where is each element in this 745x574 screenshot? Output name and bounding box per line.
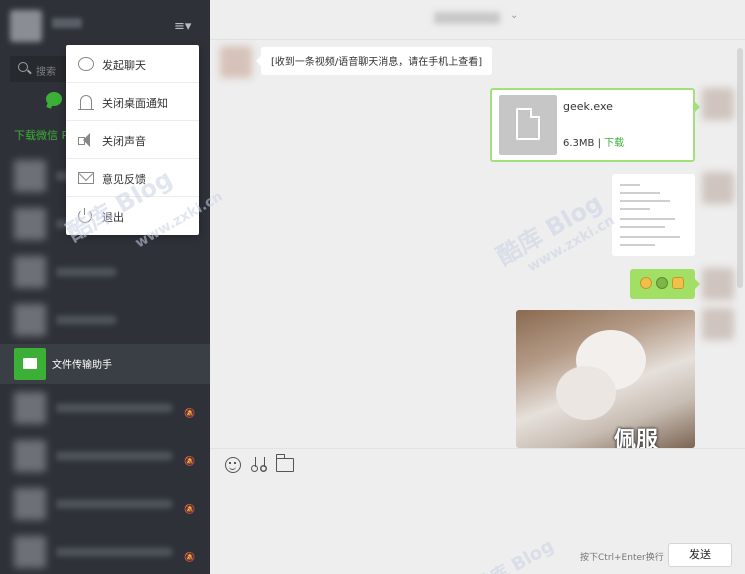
document-icon — [516, 108, 540, 140]
file-type-icon — [499, 95, 557, 155]
chat-header: ⌄ — [210, 0, 745, 40]
my-avatar[interactable] — [702, 88, 734, 120]
message-scrollbar[interactable] — [737, 48, 743, 288]
conversation-name-blurred — [56, 268, 116, 276]
cheer-emoji-icon — [656, 277, 668, 289]
conversation-avatar — [14, 440, 46, 472]
emoji-icon[interactable] — [225, 457, 241, 473]
mute-bell-icon: 🔕 — [184, 457, 196, 467]
search-box[interactable]: 搜索 — [10, 56, 70, 82]
folder-icon[interactable] — [275, 454, 294, 472]
file-message-card[interactable]: geek.exe 6.3MB | 下载 — [490, 88, 700, 162]
menu-item-label: 关闭桌面通知 — [102, 97, 168, 110]
menu-item-start-chat[interactable]: 发起聊天 — [66, 45, 199, 83]
conversation-item[interactable]: 🔕 — [0, 432, 210, 480]
conversation-name-blurred — [56, 316, 116, 324]
conversation-name: 文件传输助手 — [52, 360, 112, 371]
menu-item-logout[interactable]: 退出 — [66, 197, 199, 235]
menu-item-label: 退出 — [102, 211, 124, 224]
contact-avatar[interactable] — [220, 46, 252, 78]
conversation-item[interactable]: 🔕 — [0, 384, 210, 432]
main-menu-dropdown: 发起聊天 关闭桌面通知 关闭声音 意见反馈 退出 — [66, 45, 199, 235]
conversation-item[interactable] — [0, 296, 210, 344]
search-placeholder: 搜索 — [36, 67, 56, 78]
file-meta: 6.3MB | 下载 — [563, 134, 624, 149]
send-button[interactable]: 发送 — [668, 543, 732, 567]
mail-icon — [78, 172, 94, 184]
conversation-avatar — [14, 392, 46, 424]
my-avatar[interactable] — [702, 268, 734, 300]
mute-bell-icon: 🔕 — [184, 553, 196, 563]
conversation-name-blurred — [56, 548, 172, 556]
folder-icon — [14, 348, 46, 380]
incoming-message-bubble: [收到一条视频/语音聊天消息，请在手机上查看] — [255, 47, 493, 75]
scissors-icon[interactable] — [251, 457, 267, 473]
smile-emoji-icon — [640, 277, 652, 289]
chat-bubble-icon — [78, 57, 94, 71]
speaker-icon — [78, 133, 94, 147]
menu-item-sound[interactable]: 关闭声音 — [66, 121, 199, 159]
conversation-item[interactable]: 🔕 — [0, 528, 210, 574]
screenshot-image-message[interactable] — [612, 174, 695, 256]
mute-bell-icon: 🔕 — [184, 409, 196, 419]
conversation-name-blurred — [56, 500, 172, 508]
menu-item-label: 关闭声音 — [102, 135, 146, 148]
contact-title-blurred[interactable] — [434, 12, 500, 24]
file-download-link[interactable]: 下载 — [604, 138, 624, 149]
download-banner[interactable]: 下载微信 P — [14, 127, 68, 143]
conversation-item[interactable] — [0, 248, 210, 296]
emoji-message-bubble — [630, 269, 700, 299]
file-size: 6.3MB — [563, 138, 595, 149]
conversation-avatar — [14, 208, 46, 240]
conversation-name-blurred — [56, 452, 172, 460]
file-meta-separator: | — [597, 138, 601, 149]
file-name: geek.exe — [563, 100, 613, 113]
menu-toggle-icon[interactable]: ≡▾ — [174, 20, 194, 34]
power-icon — [78, 208, 92, 223]
conversation-avatar — [14, 256, 46, 288]
my-avatar[interactable] — [702, 308, 734, 340]
conversation-avatar — [14, 536, 46, 568]
conversation-item-file-transfer[interactable]: 文件传输助手 — [0, 344, 210, 384]
composer-toolbar — [210, 448, 745, 478]
sidebar-header: ≡▾ — [0, 0, 210, 50]
sticker-caption: 佩服 — [614, 428, 659, 448]
conversation-avatar — [14, 160, 46, 192]
chat-panel: ⌄ [收到一条视频/语音聊天消息，请在手机上查看] geek.exe 6.3MB… — [210, 0, 745, 574]
conversation-avatar — [14, 488, 46, 520]
chat-tab-icon[interactable] — [46, 92, 62, 106]
search-icon — [18, 62, 28, 72]
thumbs-up-emoji-icon — [672, 277, 684, 289]
chevron-down-icon[interactable]: ⌄ — [510, 10, 518, 21]
conversation-item[interactable]: 🔕 — [0, 480, 210, 528]
user-avatar[interactable] — [10, 10, 42, 42]
conversation-name-blurred — [56, 404, 172, 412]
menu-item-desktop-notify[interactable]: 关闭桌面通知 — [66, 83, 199, 121]
my-avatar[interactable] — [702, 172, 734, 204]
conversation-avatar — [14, 304, 46, 336]
bell-icon — [78, 95, 94, 110]
user-name-blurred — [52, 18, 82, 28]
menu-item-feedback[interactable]: 意见反馈 — [66, 159, 199, 197]
cat-sticker-image[interactable]: 佩服 — [516, 310, 695, 448]
menu-item-label: 意见反馈 — [102, 173, 146, 186]
mute-bell-icon: 🔕 — [184, 505, 196, 515]
newline-hint: 按下Ctrl+Enter换行 — [580, 553, 664, 563]
menu-item-label: 发起聊天 — [102, 59, 146, 72]
